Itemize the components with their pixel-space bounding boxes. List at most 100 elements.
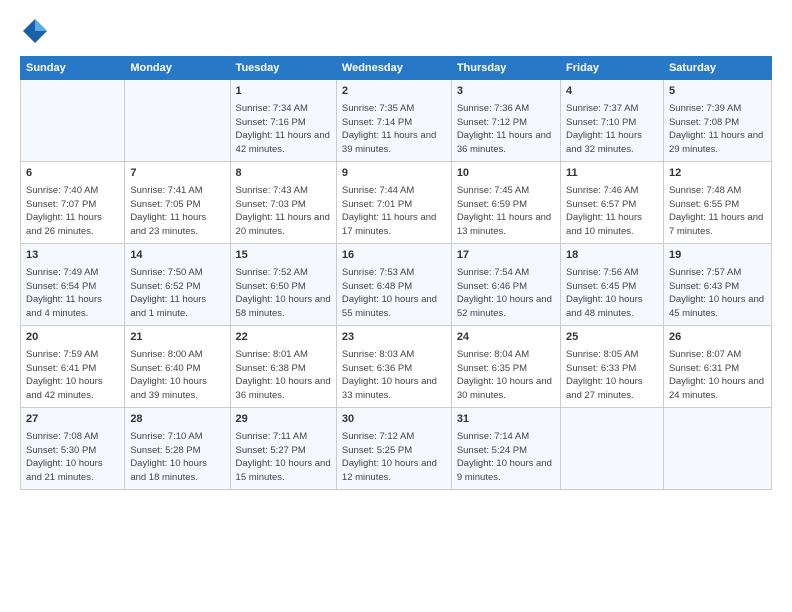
calendar-cell: 17 Sunrise: 7:54 AM Sunset: 6:46 PM Dayli… xyxy=(451,244,560,326)
day-info: Sunrise: 7:39 AM Sunset: 7:08 PM Dayligh… xyxy=(669,102,766,157)
header-row: Sunday Monday Tuesday Wednesday Thursday… xyxy=(21,57,772,80)
day-info: Sunrise: 7:14 AM Sunset: 5:24 PM Dayligh… xyxy=(457,430,555,485)
calendar-cell: 18 Sunrise: 7:56 AM Sunset: 6:45 PM Dayli… xyxy=(561,244,664,326)
col-sunday: Sunday xyxy=(21,57,125,80)
day-info: Sunrise: 7:50 AM Sunset: 6:52 PM Dayligh… xyxy=(130,266,224,321)
day-number: 16 xyxy=(342,248,446,264)
day-number: 6 xyxy=(26,166,119,182)
calendar-week-row: 20 Sunrise: 7:59 AM Sunset: 6:41 PM Dayli… xyxy=(21,326,772,408)
day-info: Sunrise: 8:03 AM Sunset: 6:36 PM Dayligh… xyxy=(342,348,446,403)
col-friday: Friday xyxy=(561,57,664,80)
day-info: Sunrise: 8:04 AM Sunset: 6:35 PM Dayligh… xyxy=(457,348,555,403)
col-tuesday: Tuesday xyxy=(230,57,336,80)
calendar-cell: 10 Sunrise: 7:45 AM Sunset: 6:59 PM Dayli… xyxy=(451,162,560,244)
calendar-cell: 25Sunrise: 8:05 AM Sunset: 6:33 PM Dayli… xyxy=(561,326,664,408)
calendar-cell: 27 Sunrise: 7:08 AM Sunset: 5:30 PM Dayli… xyxy=(21,408,125,490)
calendar-header: Sunday Monday Tuesday Wednesday Thursday… xyxy=(21,57,772,80)
day-info: Sunrise: 7:34 AM Sunset: 7:16 PM Dayligh… xyxy=(236,102,331,157)
day-number: 2 xyxy=(342,84,446,100)
day-number: 17 xyxy=(457,248,555,264)
calendar-cell xyxy=(663,408,771,490)
day-info: Sunrise: 7:08 AM Sunset: 5:30 PM Dayligh… xyxy=(26,430,119,485)
day-info: Sunrise: 7:45 AM Sunset: 6:59 PM Dayligh… xyxy=(457,184,555,239)
day-number: 27 xyxy=(26,412,119,428)
calendar-week-row: 6 Sunrise: 7:40 AM Sunset: 7:07 PM Daylig… xyxy=(21,162,772,244)
day-info: Sunrise: 8:00 AM Sunset: 6:40 PM Dayligh… xyxy=(130,348,224,403)
day-info: Sunrise: 7:54 AM Sunset: 6:46 PM Dayligh… xyxy=(457,266,555,321)
day-number: 29 xyxy=(236,412,331,428)
day-number: 12 xyxy=(669,166,766,182)
day-info: Sunrise: 7:37 AM Sunset: 7:10 PM Dayligh… xyxy=(566,102,658,157)
calendar-week-row: 1 Sunrise: 7:34 AM Sunset: 7:16 PM Daylig… xyxy=(21,80,772,162)
day-number: 22 xyxy=(236,330,331,346)
day-info: Sunrise: 7:11 AM Sunset: 5:27 PM Dayligh… xyxy=(236,430,331,485)
day-number: 19 xyxy=(669,248,766,264)
calendar-cell: 26Sunrise: 8:07 AM Sunset: 6:31 PM Dayli… xyxy=(663,326,771,408)
day-number: 1 xyxy=(236,84,331,100)
day-info: Sunrise: 7:46 AM Sunset: 6:57 PM Dayligh… xyxy=(566,184,658,239)
calendar-cell: 12 Sunrise: 7:48 AM Sunset: 6:55 PM Dayli… xyxy=(663,162,771,244)
day-number: 15 xyxy=(236,248,331,264)
day-info: Sunrise: 8:01 AM Sunset: 6:38 PM Dayligh… xyxy=(236,348,331,403)
calendar-cell: 13 Sunrise: 7:49 AM Sunset: 6:54 PM Dayli… xyxy=(21,244,125,326)
day-info: Sunrise: 7:56 AM Sunset: 6:45 PM Dayligh… xyxy=(566,266,658,321)
calendar-cell xyxy=(125,80,230,162)
day-number: 20 xyxy=(26,330,119,346)
day-number: 28 xyxy=(130,412,224,428)
calendar-cell: 7Sunrise: 7:41 AM Sunset: 7:05 PM Daylig… xyxy=(125,162,230,244)
header xyxy=(20,16,772,46)
calendar-cell: 24Sunrise: 8:04 AM Sunset: 6:35 PM Dayli… xyxy=(451,326,560,408)
day-info: Sunrise: 7:41 AM Sunset: 7:05 PM Dayligh… xyxy=(130,184,224,239)
day-info: Sunrise: 7:57 AM Sunset: 6:43 PM Dayligh… xyxy=(669,266,766,321)
day-number: 21 xyxy=(130,330,224,346)
calendar-week-row: 27 Sunrise: 7:08 AM Sunset: 5:30 PM Dayli… xyxy=(21,408,772,490)
day-number: 13 xyxy=(26,248,119,264)
day-number: 9 xyxy=(342,166,446,182)
calendar-cell: 23 Sunrise: 8:03 AM Sunset: 6:36 PM Dayli… xyxy=(336,326,451,408)
calendar-cell xyxy=(21,80,125,162)
calendar-body: 1 Sunrise: 7:34 AM Sunset: 7:16 PM Daylig… xyxy=(21,80,772,490)
calendar-cell: 28 Sunrise: 7:10 AM Sunset: 5:28 PM Dayli… xyxy=(125,408,230,490)
day-info: Sunrise: 7:40 AM Sunset: 7:07 PM Dayligh… xyxy=(26,184,119,239)
calendar-cell: 16Sunrise: 7:53 AM Sunset: 6:48 PM Dayli… xyxy=(336,244,451,326)
day-number: 31 xyxy=(457,412,555,428)
calendar-cell xyxy=(561,408,664,490)
calendar-cell: 22 Sunrise: 8:01 AM Sunset: 6:38 PM Dayli… xyxy=(230,326,336,408)
calendar-week-row: 13 Sunrise: 7:49 AM Sunset: 6:54 PM Dayli… xyxy=(21,244,772,326)
day-number: 18 xyxy=(566,248,658,264)
logo xyxy=(20,16,54,46)
day-info: Sunrise: 7:44 AM Sunset: 7:01 PM Dayligh… xyxy=(342,184,446,239)
day-number: 10 xyxy=(457,166,555,182)
calendar-cell: 31 Sunrise: 7:14 AM Sunset: 5:24 PM Dayli… xyxy=(451,408,560,490)
day-info: Sunrise: 7:52 AM Sunset: 6:50 PM Dayligh… xyxy=(236,266,331,321)
day-number: 3 xyxy=(457,84,555,100)
calendar-cell: 19 Sunrise: 7:57 AM Sunset: 6:43 PM Dayli… xyxy=(663,244,771,326)
calendar-cell: 15 Sunrise: 7:52 AM Sunset: 6:50 PM Dayli… xyxy=(230,244,336,326)
calendar-cell: 20 Sunrise: 7:59 AM Sunset: 6:41 PM Dayli… xyxy=(21,326,125,408)
calendar-cell: 11 Sunrise: 7:46 AM Sunset: 6:57 PM Dayli… xyxy=(561,162,664,244)
day-info: Sunrise: 7:59 AM Sunset: 6:41 PM Dayligh… xyxy=(26,348,119,403)
day-number: 5 xyxy=(669,84,766,100)
day-info: Sunrise: 7:35 AM Sunset: 7:14 PM Dayligh… xyxy=(342,102,446,157)
day-info: Sunrise: 7:49 AM Sunset: 6:54 PM Dayligh… xyxy=(26,266,119,321)
calendar-cell: 4 Sunrise: 7:37 AM Sunset: 7:10 PM Daylig… xyxy=(561,80,664,162)
calendar-cell: 29 Sunrise: 7:11 AM Sunset: 5:27 PM Dayli… xyxy=(230,408,336,490)
day-info: Sunrise: 7:48 AM Sunset: 6:55 PM Dayligh… xyxy=(669,184,766,239)
day-number: 23 xyxy=(342,330,446,346)
logo-icon xyxy=(20,16,50,46)
day-number: 30 xyxy=(342,412,446,428)
calendar-cell: 5 Sunrise: 7:39 AM Sunset: 7:08 PM Daylig… xyxy=(663,80,771,162)
day-number: 11 xyxy=(566,166,658,182)
day-info: Sunrise: 7:43 AM Sunset: 7:03 PM Dayligh… xyxy=(236,184,331,239)
calendar-cell: 14 Sunrise: 7:50 AM Sunset: 6:52 PM Dayli… xyxy=(125,244,230,326)
calendar-cell: 3Sunrise: 7:36 AM Sunset: 7:12 PM Daylig… xyxy=(451,80,560,162)
calendar-cell: 1 Sunrise: 7:34 AM Sunset: 7:16 PM Daylig… xyxy=(230,80,336,162)
day-number: 8 xyxy=(236,166,331,182)
calendar-cell: 9 Sunrise: 7:44 AM Sunset: 7:01 PM Daylig… xyxy=(336,162,451,244)
day-number: 4 xyxy=(566,84,658,100)
day-number: 25 xyxy=(566,330,658,346)
day-number: 14 xyxy=(130,248,224,264)
day-info: Sunrise: 7:10 AM Sunset: 5:28 PM Dayligh… xyxy=(130,430,224,485)
calendar-cell: 2 Sunrise: 7:35 AM Sunset: 7:14 PM Daylig… xyxy=(336,80,451,162)
page: Sunday Monday Tuesday Wednesday Thursday… xyxy=(0,0,792,502)
